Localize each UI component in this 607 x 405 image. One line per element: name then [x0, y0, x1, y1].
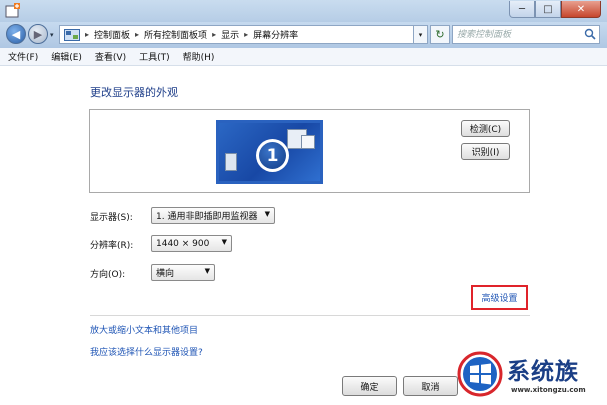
maximize-button[interactable]: □ — [535, 1, 561, 18]
refresh-button[interactable]: ↻ — [430, 25, 450, 44]
arrow-right-icon: ▶ — [33, 27, 43, 41]
navigation-bar: ◀ ▶ ▾ ▸ 控制面板 ▸ 所有控制面板项 ▸ 显示 ▸ 屏幕分辨率 ▾ ↻ — [0, 22, 607, 48]
display-select[interactable]: 1. 通用非即插即用监视器 ▼ — [151, 207, 275, 224]
breadcrumb-separator[interactable]: ▸ — [135, 30, 139, 39]
recent-pages-dropdown[interactable]: ▾ — [50, 31, 54, 39]
advanced-settings-link[interactable]: 高级设置 — [471, 285, 528, 310]
breadcrumb-screen-resolution[interactable]: 屏幕分辨率 — [253, 28, 298, 41]
cancel-button[interactable]: 取消 — [403, 376, 458, 396]
watermark: 系统族 www.xitongzu.com — [455, 346, 607, 405]
watermark-brand: 系统族 — [507, 359, 579, 385]
watermark-url: www.xitongzu.com — [511, 386, 586, 394]
display-settings-help-link[interactable]: 我应该选择什么显示器设置? — [90, 345, 203, 358]
breadcrumb-separator[interactable]: ▸ — [244, 30, 248, 39]
monitor-1-preview[interactable]: 1 — [216, 120, 323, 184]
menu-help[interactable]: 帮助(H) — [183, 50, 215, 63]
breadcrumb-all-items[interactable]: 所有控制面板项 — [144, 28, 207, 41]
page-title: 更改显示器的外观 — [90, 86, 178, 99]
address-bar[interactable]: ▸ 控制面板 ▸ 所有控制面板项 ▸ 显示 ▸ 屏幕分辨率 — [59, 25, 414, 44]
breadcrumb-separator[interactable]: ▸ — [212, 30, 216, 39]
minimize-button[interactable]: ─ — [509, 1, 535, 18]
ok-button[interactable]: 确定 — [342, 376, 397, 396]
refresh-icon: ↻ — [435, 28, 445, 41]
breadcrumb-separator: ▸ — [85, 30, 90, 39]
display-select-value: 1. 通用非即插即用监视器 — [156, 212, 258, 222]
arrow-left-icon: ◀ — [11, 27, 21, 41]
breadcrumb-control-panel[interactable]: 控制面板 — [94, 28, 130, 41]
identify-button[interactable]: 识别(I) — [461, 143, 510, 160]
menu-file[interactable]: 文件(F) — [8, 50, 38, 63]
menu-view[interactable]: 查看(V) — [95, 50, 126, 63]
resolution-select-value: 1440 × 900 — [156, 238, 210, 249]
menu-edit[interactable]: 编辑(E) — [51, 50, 82, 63]
breadcrumb-display[interactable]: 显示 — [221, 28, 239, 41]
desktop-item-icon — [225, 153, 237, 171]
search-box[interactable] — [452, 25, 600, 44]
orientation-select-value: 横向 — [156, 269, 175, 279]
detect-button[interactable]: 检测(C) — [461, 120, 510, 137]
chevron-down-icon: ▼ — [264, 210, 270, 218]
window-preview-icon — [301, 135, 315, 149]
back-button[interactable]: ◀ — [6, 24, 26, 44]
windows-logo-icon — [457, 351, 503, 397]
divider — [90, 315, 530, 316]
close-button[interactable]: ✕ — [561, 1, 601, 18]
monitor-number: 1 — [259, 142, 286, 169]
resolution-label: 分辨率(R): — [90, 241, 134, 251]
text-size-link[interactable]: 放大或缩小文本和其他项目 — [90, 323, 198, 336]
search-icon[interactable] — [584, 28, 596, 40]
monitor-preview-panel: 1 检测(C) 识别(I) — [89, 109, 530, 193]
chevron-down-icon: ▼ — [221, 238, 227, 246]
search-input[interactable] — [457, 26, 577, 43]
control-panel-app-icon — [5, 3, 20, 18]
address-history-dropdown[interactable]: ▾ — [414, 25, 428, 44]
resolution-select[interactable]: 1440 × 900 ▼ — [151, 235, 232, 252]
menu-tools[interactable]: 工具(T) — [139, 50, 170, 63]
forward-button[interactable]: ▶ — [28, 24, 48, 44]
control-panel-icon — [64, 28, 80, 41]
display-label: 显示器(S): — [90, 213, 133, 223]
title-bar: ─ □ ✕ — [0, 0, 607, 22]
orientation-select[interactable]: 横向 ▼ — [151, 264, 215, 281]
orientation-label: 方向(O): — [90, 270, 126, 280]
menu-bar: 文件(F) 编辑(E) 查看(V) 工具(T) 帮助(H) — [0, 48, 607, 66]
chevron-down-icon: ▼ — [204, 267, 210, 275]
monitor-number-badge: 1 — [256, 139, 289, 172]
